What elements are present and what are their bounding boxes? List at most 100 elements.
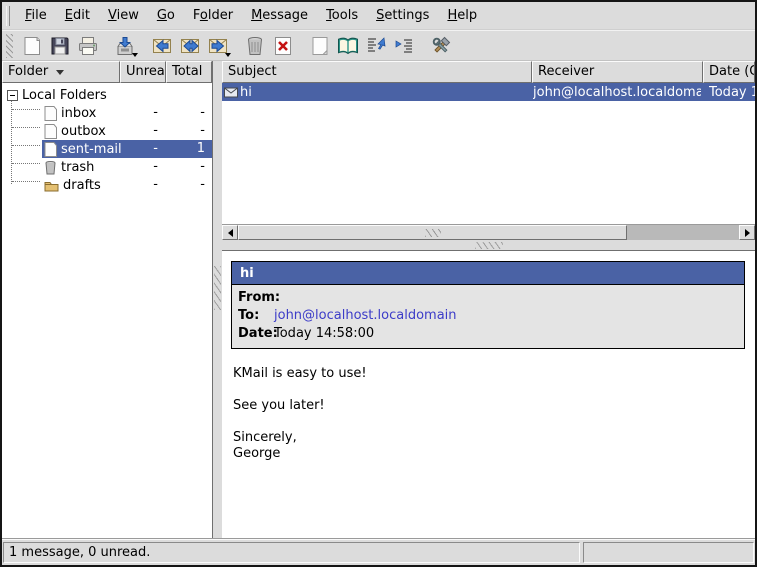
list-select-icon — [365, 35, 387, 57]
scroll-right-button[interactable] — [739, 225, 755, 240]
menu-help[interactable]: Help — [438, 5, 486, 26]
trash-icon — [44, 160, 57, 175]
dropdown-caret-icon — [225, 53, 231, 57]
save-button[interactable] — [46, 32, 74, 60]
message-title: hi — [232, 262, 744, 285]
configure-button[interactable] — [427, 32, 455, 60]
horizontal-scrollbar[interactable] — [222, 224, 755, 240]
message-receiver: john@localhost.localdomain — [533, 85, 701, 100]
folder-column-header[interactable]: Folder — [2, 61, 120, 83]
total-count: 1 — [166, 140, 210, 158]
move-to-trash-button[interactable] — [241, 32, 269, 60]
forward-button[interactable] — [204, 32, 232, 60]
unread-column-header[interactable]: Unread — [120, 61, 166, 83]
total-count: - — [166, 158, 210, 176]
toolbar-drag-handle[interactable] — [6, 34, 13, 58]
message-row[interactable]: hi john@localhost.localdomain Today 14 — [222, 83, 755, 101]
from-field: From: — [232, 289, 744, 307]
message-list-header: Subject Receiver Date (O — [222, 61, 755, 83]
arrow-right-icon — [745, 229, 750, 237]
vertical-splitter[interactable] — [213, 61, 222, 538]
folder-list-header: Folder Unread Total — [2, 61, 212, 83]
folder-row-trash[interactable]: trash - - — [2, 158, 212, 176]
status-bar: 1 message, 0 unread. — [2, 538, 755, 565]
message-body: KMail is easy to use! See you later! Sin… — [233, 366, 746, 462]
horizontal-splitter[interactable] — [222, 240, 755, 250]
arrow-left-icon — [228, 229, 233, 237]
address-book-button[interactable] — [334, 32, 362, 60]
scroll-left-button[interactable] — [222, 225, 238, 240]
date-column-header[interactable]: Date (O — [703, 61, 755, 83]
mark-message-button[interactable] — [362, 32, 390, 60]
menu-bar: File Edit View Go Folder Message Tools S… — [2, 2, 755, 30]
folder-label: inbox — [61, 106, 96, 121]
folder-label: trash — [61, 160, 94, 175]
scrollbar-thumb[interactable] — [238, 225, 627, 240]
new-window-button[interactable] — [306, 32, 334, 60]
subject-column-header[interactable]: Subject — [222, 61, 532, 83]
menu-go[interactable]: Go — [148, 5, 184, 26]
new-message-icon — [21, 35, 43, 57]
menu-view[interactable]: View — [99, 5, 148, 26]
reply-all-button[interactable] — [176, 32, 204, 60]
unread-count: - — [120, 140, 166, 158]
check-mail-button[interactable] — [111, 32, 139, 60]
print-button[interactable] — [74, 32, 102, 60]
main-toolbar — [2, 30, 755, 61]
unread-count: - — [120, 158, 166, 176]
reply-icon — [150, 35, 174, 57]
splitter-grip[interactable] — [214, 266, 221, 310]
dropdown-caret-icon — [132, 53, 138, 57]
total-count: - — [166, 104, 210, 122]
to-address-link[interactable]: john@localhost.localdomain — [274, 307, 457, 325]
to-field: To: john@localhost.localdomain — [232, 307, 744, 325]
folder-row-outbox[interactable]: outbox - - — [2, 122, 212, 140]
trash-icon — [244, 35, 266, 57]
menu-edit[interactable]: Edit — [56, 5, 99, 26]
folder-row-local-folders[interactable]: Local Folders — [2, 86, 212, 104]
message-subject: hi — [240, 85, 252, 100]
folder-label: drafts — [63, 178, 101, 193]
total-column-header[interactable]: Total — [166, 61, 212, 83]
kmail-window: File Edit View Go Folder Message Tools S… — [0, 0, 757, 567]
message-preview: hi From: To: john@localhost.localdomain … — [222, 250, 755, 538]
unread-count: - — [120, 122, 166, 140]
message-header-box: hi From: To: john@localhost.localdomain … — [231, 261, 745, 349]
menu-message[interactable]: Message — [242, 5, 317, 26]
folder-icon — [44, 179, 59, 192]
status-message: 1 message, 0 unread. — [3, 542, 580, 563]
folder-label: sent-mail — [61, 142, 122, 157]
scrollbar-track[interactable] — [627, 225, 739, 240]
unread-count: - — [120, 104, 166, 122]
unread-count: - — [120, 176, 166, 194]
sort-descending-icon — [56, 70, 64, 75]
message-list: hi john@localhost.localdomain Today 14 — [222, 83, 755, 224]
date-value: Today 14:58:00 — [274, 325, 374, 343]
menubar-drag-handle[interactable] — [6, 6, 10, 26]
reply-all-icon — [178, 35, 202, 57]
folder-label: Local Folders — [22, 88, 107, 103]
blank-page-icon — [309, 35, 331, 57]
total-count: - — [166, 176, 210, 194]
folder-pane: Folder Unread Total Local Folders — [2, 61, 213, 538]
splitter-grip[interactable] — [475, 242, 503, 249]
menu-folder[interactable]: Folder — [184, 5, 242, 26]
jump-to-list-icon — [393, 35, 415, 57]
folder-row-sent-mail[interactable]: sent-mail - 1 — [2, 140, 212, 158]
receiver-column-header[interactable]: Receiver — [532, 61, 703, 83]
collapse-expander-icon[interactable] — [7, 90, 18, 101]
file-icon — [44, 106, 57, 121]
menu-settings[interactable]: Settings — [367, 5, 438, 26]
folder-row-drafts[interactable]: drafts - - — [2, 176, 212, 194]
menu-tools[interactable]: Tools — [317, 5, 367, 26]
delete-message-button[interactable] — [269, 32, 297, 60]
apply-filters-button[interactable] — [390, 32, 418, 60]
menu-file[interactable]: File — [16, 5, 56, 26]
new-message-button[interactable] — [18, 32, 46, 60]
reply-button[interactable] — [148, 32, 176, 60]
folder-row-inbox[interactable]: inbox - - — [2, 104, 212, 122]
date-field: Date: Today 14:58:00 — [232, 325, 744, 343]
save-icon — [49, 35, 71, 57]
configure-icon — [429, 35, 453, 57]
print-icon — [77, 35, 99, 57]
